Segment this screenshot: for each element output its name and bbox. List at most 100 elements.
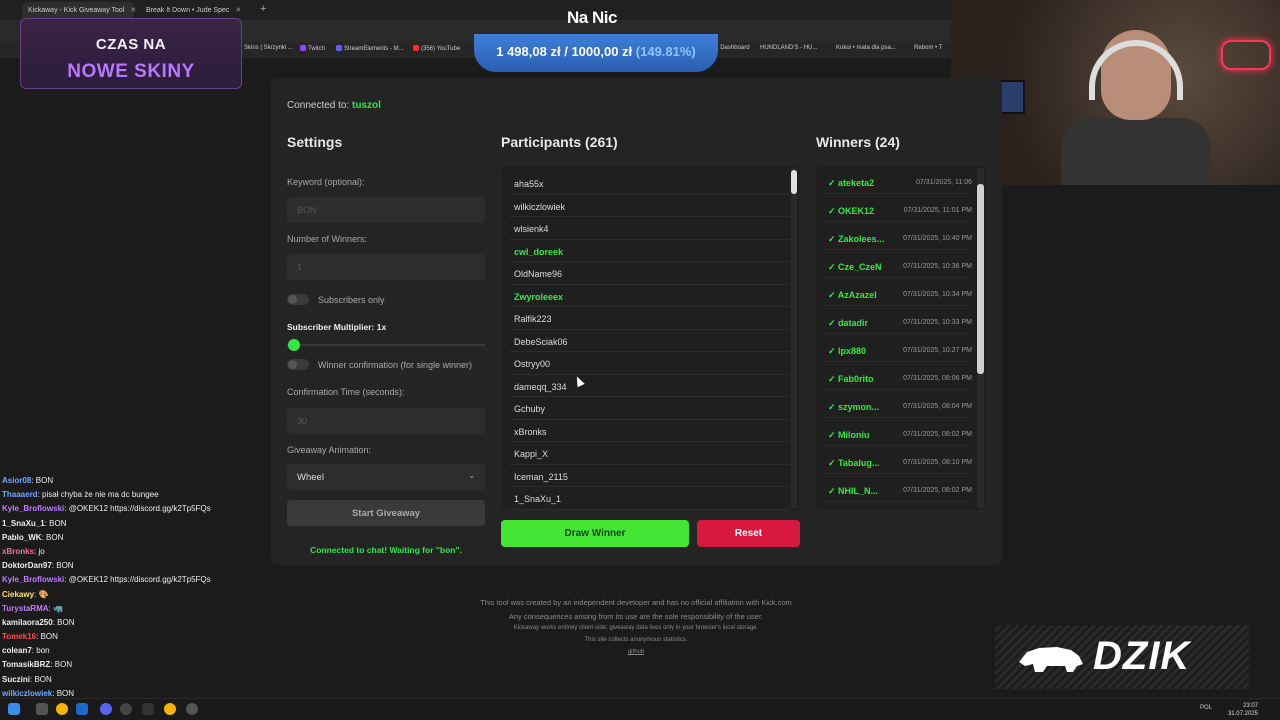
connection-status: Connected to: tuszol (287, 100, 381, 111)
reset-button[interactable]: Reset (697, 520, 800, 547)
winner-confirmation-toggle[interactable] (287, 359, 309, 370)
bookmark[interactable]: HUNDLAND'S - HU... (760, 45, 817, 51)
confirmation-time-input[interactable]: 30 (287, 408, 485, 434)
chat-text: : BON (50, 660, 73, 670)
taskbar-app-icon[interactable] (186, 703, 198, 715)
chrome-icon[interactable] (164, 703, 176, 715)
chat-message: DoktorDan97: BON (0, 561, 260, 575)
system-clock[interactable]: 23:07 31.07.2025 (1228, 702, 1258, 718)
winner-row: ✓ lpx880 07/31/2025, 10:27 PM (824, 339, 972, 362)
bookmark[interactable]: Skins | Skrzynki ... (244, 45, 293, 51)
chat-message: kamilaora250: BON (0, 618, 260, 632)
windows-start-icon[interactable] (8, 703, 20, 715)
obs-icon[interactable] (120, 703, 132, 715)
draw-winner-button[interactable]: Draw Winner (501, 520, 689, 547)
winner-row: ✓ AzAzazel 07/31/2025, 10:34 PM (824, 283, 972, 306)
participant-row: xBronks (509, 420, 790, 442)
chat-username[interactable]: Thaaaerd (2, 490, 38, 499)
taskbar-app-icon[interactable] (142, 703, 154, 715)
taskbar-app-icon[interactable] (36, 703, 48, 715)
chat-username[interactable]: Suczini (2, 675, 30, 684)
participant-row: Kappi_X (509, 442, 790, 465)
chat-text: : @OKEK12 https://discord.gg/k2Tp5FQs (64, 575, 211, 585)
language-indicator[interactable]: POL (1200, 705, 1212, 711)
bookmark[interactable]: StreamElements - M... (336, 45, 404, 52)
keyword-input[interactable]: BON (287, 197, 485, 223)
chevron-down-icon: ⌄ (468, 471, 475, 480)
chat-username[interactable]: 1_SnaXu_1 (2, 519, 45, 528)
participant-row: cwl_doreek (509, 240, 790, 262)
winner-name: ✓ NHIL_N... (828, 486, 879, 496)
close-icon[interactable]: ✕ (130, 7, 136, 14)
chat-username[interactable]: Kyle_Broflowski (2, 504, 64, 513)
winners-list[interactable]: ✓ ateketa2 07/31/2025, 11:06 ✓ OKEK12 07/31… (816, 166, 986, 510)
goal-current: 1 498,08 zł (496, 44, 561, 59)
chat-username[interactable]: Kyle_Broflowski (2, 575, 64, 584)
subscribers-only-toggle[interactable] (287, 294, 309, 305)
chat-message: Kyle_Broflowski: @OKEK12 https://discord… (0, 504, 260, 518)
winner-date: 07/31/2025, 08:10 PM (903, 459, 972, 466)
chat-message: 1_SnaXu_1: BON (0, 519, 260, 533)
chat-username[interactable]: TurystaRMA (2, 604, 49, 613)
chat-username[interactable]: wilkiczlowiek (2, 689, 52, 698)
chat-username[interactable]: kamilaora250 (2, 618, 53, 627)
bookmark[interactable]: Kukoi • mata dla psa... (836, 45, 896, 51)
bookmark[interactable]: Twitch (300, 45, 325, 52)
dzik-wordmark: DZIK (1093, 634, 1191, 678)
winners-scrollbar[interactable] (977, 168, 984, 508)
winner-date: 07/31/2025, 10:33 PM (903, 319, 972, 326)
chat-username[interactable]: xBronks (2, 547, 34, 556)
tab-kickaway[interactable]: Kickaway - Kick Giveaway Tool ✕ (22, 2, 136, 19)
chat-message: TomasikBRZ: BON (0, 660, 260, 674)
multiplier-slider-handle[interactable] (288, 339, 300, 351)
bookmark[interactable]: (356) YouTube (413, 45, 460, 52)
winner-name: ✓ Fab0rito (828, 374, 874, 384)
steam-icon[interactable] (76, 703, 88, 715)
multiplier-slider-track[interactable] (287, 344, 485, 346)
close-icon[interactable]: ✕ (235, 7, 241, 14)
participant-row: Zwyroleeex (509, 285, 790, 307)
boar-icon (1019, 647, 1083, 672)
chat-username[interactable]: Ciekawy (2, 590, 34, 599)
chat-username[interactable]: Pablo_WK (2, 533, 42, 542)
discord-icon[interactable] (100, 703, 112, 715)
winner-name: ✓ szymon... (828, 402, 880, 412)
winners-count-input[interactable]: 1 (287, 254, 485, 280)
chat-username[interactable]: Asior08 (2, 476, 31, 485)
winner-date: 07/31/2025, 10:34 PM (903, 291, 972, 298)
chat-text: : BON (52, 617, 75, 627)
connection-label: Connected to: (287, 100, 350, 111)
chat-username[interactable]: TomasikBRZ (2, 660, 50, 669)
start-giveaway-button[interactable]: Start Giveaway (287, 500, 485, 526)
chat-username[interactable]: Tomek16 (2, 632, 36, 641)
chat-text: : 🦏 (48, 603, 63, 613)
chat-message: Suczini: BON (0, 675, 260, 689)
taskbar: POL 23:07 31.07.2025 (0, 698, 1280, 720)
chat-username[interactable]: DoktorDan97 (2, 561, 52, 570)
chrome-icon[interactable] (56, 703, 68, 715)
participant-row: OldName96 (509, 262, 790, 285)
chat-username[interactable]: colean7 (2, 646, 32, 655)
animation-select[interactable]: Wheel ⌄ (287, 464, 485, 490)
bookmark[interactable]: Rebom • T (914, 45, 942, 51)
participant-row: Ostryy00 (509, 352, 790, 375)
winner-row: ✓ Miloniu 07/31/2025, 08:02 PM (824, 423, 972, 446)
scrollbar-thumb[interactable] (977, 184, 984, 374)
twitch-icon (300, 45, 306, 51)
chat-message: Asior08: BON (0, 476, 260, 490)
animation-value: Wheel (297, 472, 324, 483)
promo-line-2: NOWE SKINY (67, 61, 195, 82)
participants-list[interactable]: aha55x wilkiczlowiek wlsienk4 cwl_doreek Old… (501, 166, 799, 510)
confirmation-time-label: Confirmation Time (seconds): (287, 387, 405, 397)
clock-date: 31.07.2025 (1227, 711, 1258, 717)
tab-music[interactable]: Break It Down • Jude Spec ✕ (140, 2, 252, 19)
github-link[interactable]: github (400, 649, 872, 655)
scrollbar-thumb[interactable] (791, 170, 797, 194)
new-tab-icon[interactable]: + (260, 3, 266, 15)
promo-banner: CZAS NA NOWE SKINY (20, 18, 242, 89)
winner-row: ✓ Tabalug... 07/31/2025, 08:10 PM (824, 451, 972, 474)
bookmark[interactable]: | Dashboard (717, 45, 750, 51)
chat-text: : 🎨 (34, 589, 49, 599)
participants-scrollbar[interactable] (791, 168, 797, 508)
chat-message: Thaaaerd: pisał chyba że nie ma dc bunge… (0, 490, 260, 504)
